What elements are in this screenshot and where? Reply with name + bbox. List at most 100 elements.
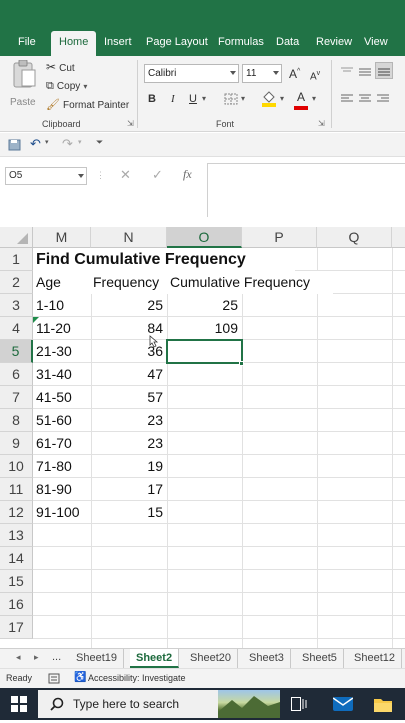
row-header[interactable]: 14 [0, 547, 33, 570]
age-cell[interactable]: 61-70 [33, 432, 91, 455]
row-header[interactable]: 2 [0, 271, 33, 294]
accessibility-status[interactable]: Accessibility: Investigate [88, 673, 186, 683]
select-all-corner[interactable] [0, 227, 33, 248]
save-icon[interactable] [8, 139, 21, 151]
cumulative-cell[interactable]: 25 [167, 294, 242, 317]
column-header-r[interactable] [392, 227, 405, 248]
tab-formulas[interactable]: Formulas [218, 34, 264, 56]
worksheet-grid[interactable]: M N O P Q 1 2 3 4 5 6 7 8 9 10 11 12 13 … [0, 227, 405, 648]
row-header[interactable]: 10 [0, 455, 33, 478]
age-cell[interactable]: 31-40 [33, 363, 91, 386]
row-header[interactable]: 12 [0, 501, 33, 524]
fill-color-icon[interactable] [261, 89, 277, 107]
chevron-down-icon[interactable]: ▾ [202, 92, 206, 106]
taskbar-search-box[interactable]: Type here to search [38, 690, 218, 718]
font-color-button[interactable]: A [294, 88, 308, 110]
frequency-cell[interactable]: 17 [91, 478, 167, 501]
row-header[interactable]: 16 [0, 593, 33, 616]
align-top-icon[interactable] [340, 66, 354, 76]
frequency-cell[interactable]: 57 [91, 386, 167, 409]
cut-button[interactable]: ✂ Cut [46, 60, 75, 76]
format-painter-button[interactable]: 🖌 Format Painter [46, 98, 129, 113]
sheet-title[interactable]: Find Cumulative Frequency [33, 248, 295, 271]
frequency-cell[interactable]: 19 [91, 455, 167, 478]
dialog-launcher-icon[interactable]: ⇲ [318, 119, 325, 128]
row-header[interactable]: 13 [0, 524, 33, 547]
chevron-down-icon[interactable]: ▾ [45, 138, 49, 146]
align-center-icon[interactable] [358, 94, 372, 104]
row-header[interactable]: 8 [0, 409, 33, 432]
windows-start-icon[interactable] [11, 696, 27, 712]
age-cell[interactable]: 51-60 [33, 409, 91, 432]
header-cumulative-frequency[interactable]: Cumulative Frequency [167, 271, 333, 294]
frequency-cell[interactable]: 15 [91, 501, 167, 524]
scroll-left-icon[interactable]: ◂ [16, 652, 21, 663]
borders-icon[interactable] [224, 93, 238, 105]
underline-button[interactable]: U [189, 92, 197, 106]
font-size-select[interactable]: 11 [242, 64, 282, 83]
chevron-down-icon[interactable]: ▾ [83, 82, 87, 91]
frequency-cell[interactable]: 47 [91, 363, 167, 386]
tab-data[interactable]: Data [276, 34, 299, 56]
cancel-icon[interactable]: ✕ [120, 167, 131, 183]
insert-function-icon[interactable]: fx [183, 167, 192, 182]
name-box[interactable]: O5 [5, 167, 87, 185]
formula-input[interactable] [207, 163, 405, 217]
align-bottom-button[interactable] [375, 62, 393, 79]
sheet-tab[interactable]: Sheet20 [184, 649, 238, 668]
font-name-select[interactable]: Calibri [144, 64, 239, 83]
age-cell[interactable]: 81-90 [33, 478, 91, 501]
column-header-p[interactable]: P [242, 227, 317, 248]
active-cell-o5[interactable] [166, 339, 243, 364]
news-widget-image[interactable] [218, 690, 280, 718]
task-view-icon[interactable] [291, 697, 307, 711]
redo-icon[interactable]: ↷ [62, 136, 73, 152]
row-header[interactable]: 1 [0, 248, 33, 271]
customize-qat-icon[interactable]: ⏷ [96, 137, 103, 148]
shrink-font-button[interactable]: Av [310, 67, 320, 84]
chevron-down-icon[interactable]: ▾ [78, 138, 82, 146]
macro-record-icon[interactable] [48, 673, 60, 684]
align-left-icon[interactable] [340, 94, 354, 104]
row-header[interactable]: 4 [0, 317, 33, 340]
paste-button[interactable]: Paste [10, 59, 38, 110]
italic-button[interactable]: I [171, 92, 175, 106]
row-header[interactable]: 7 [0, 386, 33, 409]
tab-home[interactable]: Home [51, 31, 97, 56]
cumulative-cell[interactable]: 109 [167, 317, 242, 340]
header-age[interactable]: Age [33, 271, 91, 294]
fill-handle[interactable] [239, 361, 244, 366]
align-middle-icon[interactable] [358, 66, 372, 76]
row-header[interactable]: 3 [0, 294, 33, 317]
age-cell[interactable]: 21-30 [33, 340, 91, 363]
align-right-icon[interactable] [376, 94, 390, 104]
scroll-right-icon[interactable]: ▸ [34, 652, 39, 663]
enter-icon[interactable]: ✓ [152, 167, 163, 183]
sheet-tab[interactable]: Sheet3 [243, 649, 291, 668]
row-header[interactable]: 11 [0, 478, 33, 501]
row-header[interactable]: 17 [0, 616, 33, 639]
copy-button[interactable]: ⧉ Copy ▾ [46, 79, 87, 94]
sheet-tab[interactable]: Sheet12 [348, 649, 402, 668]
row-header[interactable]: 6 [0, 363, 33, 386]
tab-page-layout[interactable]: Page Layout [146, 34, 208, 56]
grow-font-button[interactable]: A^ [289, 65, 300, 81]
column-header-n[interactable]: N [91, 227, 167, 248]
row-header[interactable]: 15 [0, 570, 33, 593]
accessibility-icon[interactable]: ♿ [74, 672, 86, 683]
row-header-selected[interactable]: 5 [0, 340, 33, 363]
chevron-down-icon[interactable]: ▾ [241, 92, 245, 106]
bold-button[interactable]: B [148, 92, 156, 106]
file-explorer-icon[interactable] [373, 694, 393, 714]
age-cell[interactable]: 91-100 [33, 501, 91, 524]
tab-review[interactable]: Review [316, 34, 352, 56]
frequency-cell[interactable]: 23 [91, 409, 167, 432]
column-header-m[interactable]: M [33, 227, 91, 248]
outlook-icon[interactable] [333, 695, 353, 713]
age-cell[interactable]: 1-10 [33, 294, 91, 317]
frequency-cell[interactable]: 23 [91, 432, 167, 455]
row-header[interactable]: 9 [0, 432, 33, 455]
more-sheets-button[interactable]: ... [52, 651, 61, 663]
sheet-tab[interactable]: Sheet5 [296, 649, 344, 668]
dialog-launcher-icon[interactable]: ⇲ [127, 119, 134, 128]
